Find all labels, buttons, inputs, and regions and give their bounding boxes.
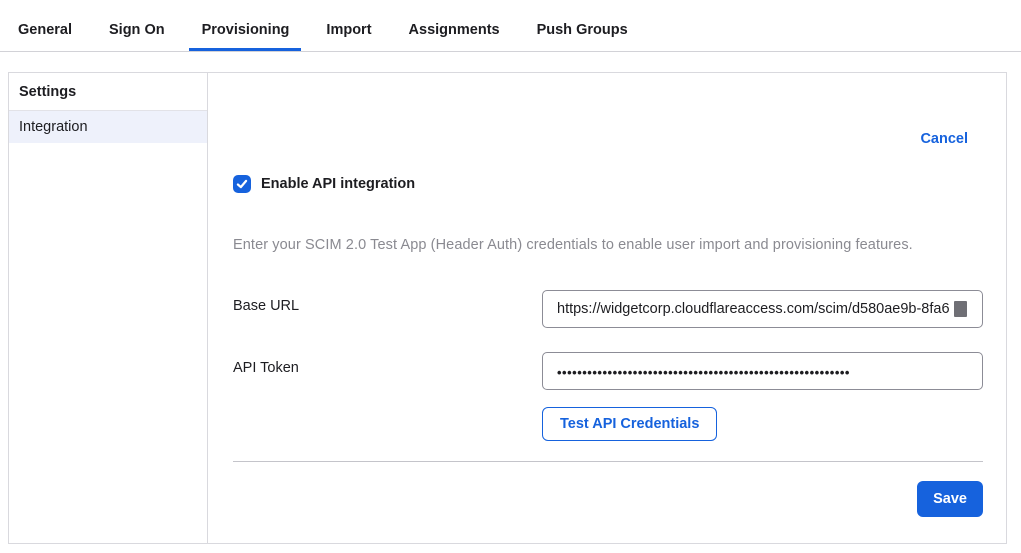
api-token-input[interactable] <box>542 352 983 390</box>
tab-import[interactable]: Import <box>326 8 371 51</box>
api-token-row: API Token <box>233 352 983 390</box>
tab-label: Provisioning <box>202 22 290 38</box>
tab-assignments[interactable]: Assignments <box>409 8 500 51</box>
test-api-credentials-button[interactable]: Test API Credentials <box>542 407 717 441</box>
base-url-label: Base URL <box>233 290 542 314</box>
tab-provisioning[interactable]: Provisioning <box>202 8 290 51</box>
sidebar-header: Settings <box>9 73 207 111</box>
text-cursor-overflow <box>954 301 967 317</box>
api-token-label: API Token <box>233 352 542 376</box>
enable-api-label: Enable API integration <box>261 176 415 192</box>
tab-label: Sign On <box>109 22 165 38</box>
base-url-input[interactable] <box>542 290 983 328</box>
base-url-row: Base URL <box>233 290 983 328</box>
sidebar-item-integration[interactable]: Integration <box>9 111 207 143</box>
tab-general[interactable]: General <box>18 8 72 51</box>
app-tab-bar: General Sign On Provisioning Import Assi… <box>0 0 1021 52</box>
settings-sidebar: Settings Integration <box>9 73 208 543</box>
enable-api-row: Enable API integration <box>233 175 983 193</box>
sidebar-item-label: Integration <box>19 119 88 135</box>
footer-divider <box>233 461 983 462</box>
save-button[interactable]: Save <box>917 481 983 517</box>
tab-label: Import <box>326 22 371 38</box>
tab-sign-on[interactable]: Sign On <box>109 8 165 51</box>
provisioning-panel: Settings Integration Cancel Enable API i… <box>8 72 1007 544</box>
cancel-row: Cancel <box>233 131 983 147</box>
test-credentials-row: Test API Credentials <box>233 407 983 441</box>
tab-label: General <box>18 22 72 38</box>
tab-label: Assignments <box>409 22 500 38</box>
save-row: Save <box>233 481 983 517</box>
api-token-input-wrap <box>542 352 983 390</box>
enable-api-checkbox[interactable] <box>233 175 251 193</box>
cancel-link[interactable]: Cancel <box>920 131 968 147</box>
tab-label: Push Groups <box>537 22 628 38</box>
tab-push-groups[interactable]: Push Groups <box>537 8 628 51</box>
checkmark-icon <box>236 178 248 190</box>
integration-settings-form: Cancel Enable API integration Enter your… <box>208 73 1006 543</box>
base-url-input-wrap <box>542 290 983 328</box>
credentials-description: Enter your SCIM 2.0 Test App (Header Aut… <box>233 237 983 253</box>
